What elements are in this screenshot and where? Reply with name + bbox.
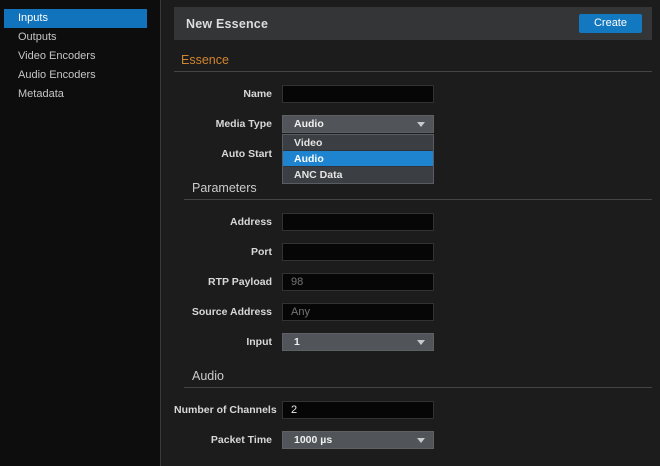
media-type-label: Media Type bbox=[174, 118, 272, 130]
form-row-name: Name bbox=[174, 85, 652, 103]
sidebar: Inputs Outputs Video Encoders Audio Enco… bbox=[0, 0, 161, 466]
number-of-channels-label: Number of Channels bbox=[174, 404, 272, 416]
main-panel: New Essence Create Essence Name Media Ty… bbox=[161, 0, 660, 466]
dropdown-option-anc-data[interactable]: ANC Data bbox=[283, 167, 433, 183]
form-row-rtp-payload: RTP Payload bbox=[174, 273, 652, 291]
section-divider bbox=[184, 387, 652, 388]
sidebar-item-outputs[interactable]: Outputs bbox=[4, 28, 147, 47]
rtp-payload-label: RTP Payload bbox=[174, 276, 272, 288]
form-row-packet-time: Packet Time 1000 µs bbox=[174, 431, 652, 449]
port-input[interactable] bbox=[282, 243, 434, 261]
app-window: Inputs Outputs Video Encoders Audio Enco… bbox=[0, 0, 660, 466]
rtp-payload-input[interactable] bbox=[282, 273, 434, 291]
number-of-channels-input[interactable] bbox=[282, 401, 434, 419]
section-title-essence: Essence bbox=[181, 53, 652, 68]
packet-time-label: Packet Time bbox=[174, 434, 272, 446]
packet-time-select[interactable]: 1000 µs bbox=[282, 431, 434, 449]
dropdown-option-video[interactable]: Video bbox=[283, 135, 433, 151]
create-button[interactable]: Create bbox=[579, 14, 642, 33]
auto-start-label: Auto Start bbox=[174, 148, 272, 160]
source-address-label: Source Address bbox=[174, 306, 272, 318]
form-row-port: Port bbox=[174, 243, 652, 261]
form-row-address: Address bbox=[174, 213, 652, 231]
form-row-media-type: Media Type Audio Video Audio ANC Data bbox=[174, 115, 652, 133]
sidebar-item-metadata[interactable]: Metadata bbox=[4, 85, 147, 104]
media-type-value: Audio bbox=[294, 118, 417, 130]
section-divider bbox=[174, 71, 652, 72]
packet-time-value: 1000 µs bbox=[294, 434, 417, 446]
input-label: Input bbox=[174, 336, 272, 348]
port-label: Port bbox=[174, 246, 272, 258]
media-type-select[interactable]: Audio Video Audio ANC Data bbox=[282, 115, 434, 133]
form-row-source-address: Source Address bbox=[174, 303, 652, 321]
name-label: Name bbox=[174, 88, 272, 100]
form-row-input: Input 1 bbox=[174, 333, 652, 351]
sidebar-item-audio-encoders[interactable]: Audio Encoders bbox=[4, 66, 147, 85]
source-address-input[interactable] bbox=[282, 303, 434, 321]
titlebar: New Essence Create bbox=[174, 7, 652, 40]
section-divider bbox=[184, 199, 652, 200]
page-title: New Essence bbox=[186, 17, 268, 31]
chevron-down-icon bbox=[417, 122, 425, 127]
form-row-number-of-channels: Number of Channels bbox=[174, 401, 652, 419]
media-type-dropdown-list: Video Audio ANC Data bbox=[282, 134, 434, 184]
dropdown-option-audio[interactable]: Audio bbox=[283, 151, 433, 167]
chevron-down-icon bbox=[417, 340, 425, 345]
input-select[interactable]: 1 bbox=[282, 333, 434, 351]
sidebar-item-inputs[interactable]: Inputs bbox=[4, 9, 147, 28]
input-value: 1 bbox=[294, 336, 417, 348]
sidebar-item-video-encoders[interactable]: Video Encoders bbox=[4, 47, 147, 66]
section-title-audio: Audio bbox=[192, 369, 652, 384]
address-label: Address bbox=[174, 216, 272, 228]
chevron-down-icon bbox=[417, 438, 425, 443]
address-input[interactable] bbox=[282, 213, 434, 231]
name-input[interactable] bbox=[282, 85, 434, 103]
